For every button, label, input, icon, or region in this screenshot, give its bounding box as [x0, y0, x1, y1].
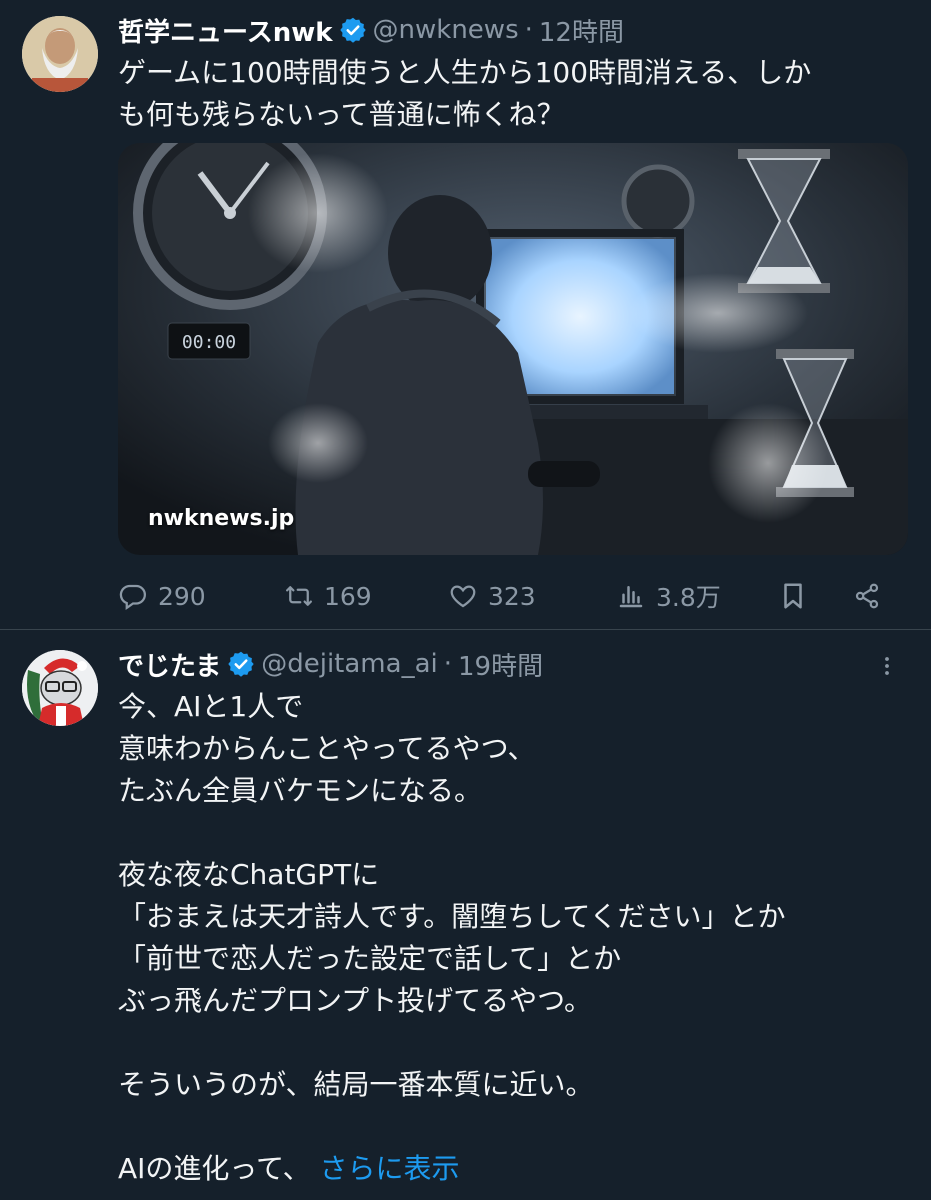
tweet-text-line: ぶっ飛んだプロンプト投げてるやつ。 — [118, 984, 593, 1017]
reply-button[interactable]: 290 — [118, 574, 206, 618]
reply-count: 290 — [158, 581, 206, 611]
tweet-dejitama[interactable]: でじたま @dejitama_ai · 19時間 今、AIと1人で 意味わからん… — [0, 630, 931, 1200]
heart-icon — [450, 585, 476, 608]
tweet-text-line: も何も残らないって普通に怖くね？ — [118, 98, 565, 131]
views-button[interactable]: 3.8万 — [616, 574, 721, 618]
user-handle[interactable]: @dejitama_ai — [261, 649, 438, 679]
tweet-header: 哲学ニュースnwk @nwknews · 12時間 — [118, 10, 624, 50]
tweet-text-line — [118, 1022, 903, 1064]
tweet-text-line — [118, 812, 903, 854]
bookmark-icon — [784, 583, 802, 609]
tweet-text-line: そういうのが、結局一番本質に近い。 — [118, 1068, 594, 1101]
like-button[interactable]: 323 — [448, 574, 536, 618]
views-chart-icon — [619, 586, 643, 608]
tweet-text-line: 夜な夜なChatGPTに — [118, 858, 380, 891]
philosopher-avatar-image — [22, 16, 98, 92]
timestamp[interactable]: 12時間 — [539, 12, 624, 49]
tweet-text-line: 「前世で恋人だった設定で話して」とか — [118, 942, 622, 975]
display-name[interactable]: 哲学ニュースnwk — [118, 12, 333, 49]
verified-badge-icon — [339, 17, 366, 43]
timestamp[interactable]: 19時間 — [458, 646, 543, 683]
tweet-text-line: 今、AIと1人で — [118, 690, 304, 723]
views-count: 3.8万 — [656, 583, 721, 612]
tweet-text-line — [118, 1106, 903, 1148]
media-source-label[interactable]: nwknews.jp — [148, 506, 294, 531]
tweet-text-truncated: AIの進化って、 — [118, 1152, 311, 1185]
separator-dot: · — [443, 649, 452, 679]
more-options-button[interactable] — [869, 648, 905, 684]
gamer-hourglass-illustration: 00:00 — [118, 143, 908, 555]
reply-icon — [119, 584, 146, 611]
tweet-text-line: ゲームに100時間使うと人生から100時間消える、しか — [118, 56, 812, 89]
retweet-count: 169 — [324, 581, 372, 611]
retweet-icon — [286, 586, 312, 606]
display-name[interactable]: でじたま — [118, 646, 221, 683]
tweet-text-last-line: AIの進化って、 さらに表示 — [118, 1148, 903, 1190]
separator-dot: · — [524, 15, 533, 45]
tweet-text: 今、AIと1人で 意味わからんことやってるやつ、 たぶん全員バケモンになる。 夜… — [118, 686, 903, 1190]
tweet-header: でじたま @dejitama_ai · 19時間 — [118, 644, 543, 684]
tweet-text-line: 「おまえは天才詩人です。闇堕ちしてください」とか — [118, 900, 786, 933]
cat-santa-avatar-image — [22, 650, 98, 726]
avatar-dejitama[interactable] — [22, 650, 98, 726]
verified-badge-icon — [228, 651, 254, 677]
tweet-text-line: たぶん全員バケモンになる。 — [118, 774, 483, 807]
share-button[interactable] — [852, 574, 882, 618]
tweet-text-line: 意味わからんことやってるやつ、 — [118, 732, 536, 765]
user-handle[interactable]: @nwknews — [373, 15, 519, 45]
tweet-text: ゲームに100時間使うと人生から100時間消える、しか も何も残らないって普通に… — [118, 52, 903, 136]
bookmark-button[interactable] — [778, 574, 808, 618]
more-dots-icon — [885, 657, 889, 675]
tweet-media-image[interactable]: 00:00 nwknews.jp — [118, 143, 908, 555]
show-more-link[interactable]: さらに表示 — [320, 1152, 460, 1185]
tweet-nwknews[interactable]: 哲学ニュースnwk @nwknews · 12時間 ゲームに100時間使うと人生… — [0, 0, 931, 630]
share-icon — [855, 583, 879, 609]
avatar-nwknews[interactable] — [22, 16, 98, 92]
like-count: 323 — [488, 581, 536, 611]
retweet-button[interactable]: 169 — [284, 574, 372, 618]
tweet-actions: 290 169 323 3.8万 — [118, 574, 908, 618]
digital-clock-text: 00:00 — [182, 332, 236, 353]
